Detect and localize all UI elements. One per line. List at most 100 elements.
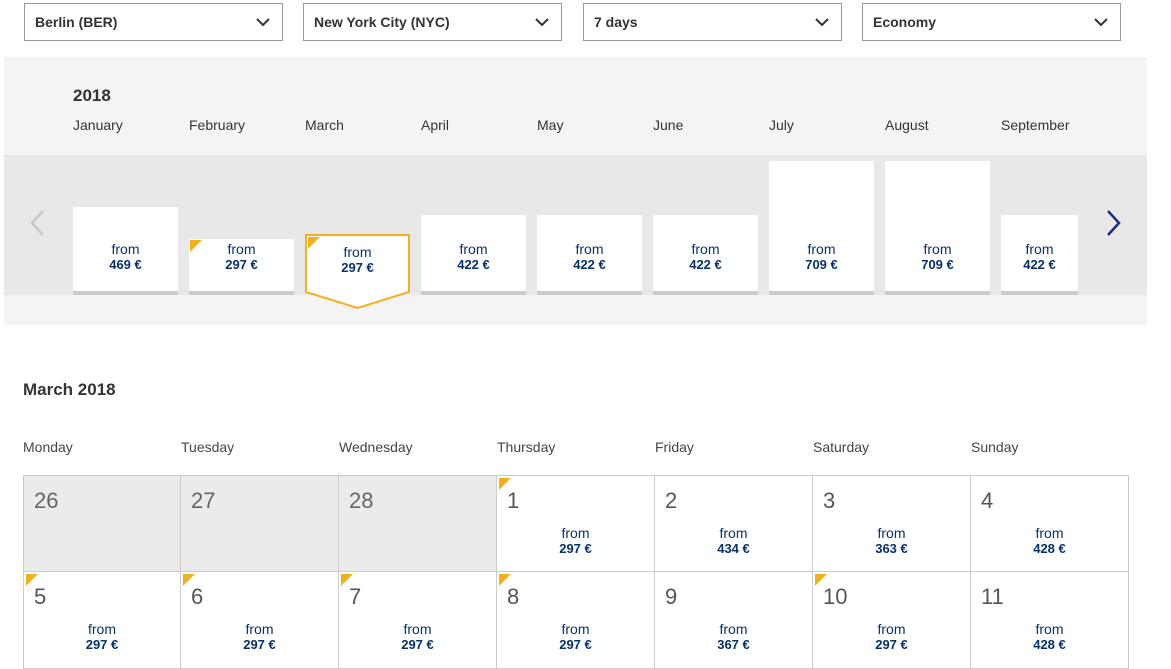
best-price-flag-icon	[26, 574, 38, 586]
price-value: 428 €	[1033, 637, 1066, 652]
price-value: 709 €	[805, 257, 838, 272]
chevron-right-icon	[1106, 209, 1122, 242]
chevron-down-icon	[813, 13, 831, 31]
day-number: 4	[981, 488, 994, 513]
calendar-day-1[interactable]: 1 from 297 €	[497, 475, 655, 572]
calendar-day-2[interactable]: 2 from 434 €	[655, 475, 813, 572]
price-value: 297 €	[85, 637, 119, 652]
duration-value: 7 days	[594, 14, 638, 30]
strip-year: 2018	[73, 86, 111, 105]
calendar-day-11[interactable]: 11 from 428 €	[971, 572, 1129, 669]
month-bar-may[interactable]: from 422 €	[537, 215, 642, 295]
from-label: from	[245, 621, 274, 637]
price-label: from 297 €	[24, 621, 180, 653]
day-number: 28	[349, 488, 374, 513]
origin-select[interactable]: Berlin (BER)	[24, 3, 283, 41]
day-number: 2	[665, 488, 678, 513]
month-label-september[interactable]: September	[1001, 117, 1069, 133]
calendar-day-10[interactable]: 10 from 297 €	[813, 572, 971, 669]
calendar-day-disabled: 28	[339, 475, 497, 572]
month-label-march[interactable]: March	[305, 117, 344, 133]
price-label: from 422 €	[653, 241, 758, 273]
day-number: 27	[191, 488, 216, 513]
day-number: 1	[507, 488, 520, 513]
month-label-april[interactable]: April	[421, 117, 449, 133]
price-value: 469 €	[109, 257, 142, 272]
weekday-tuesday: Tuesday	[181, 439, 235, 455]
from-label: from	[719, 621, 748, 637]
price-value: 297 €	[243, 637, 276, 652]
price-label: from 297 €	[181, 621, 338, 653]
month-bar-february[interactable]: from 297 €	[189, 239, 294, 295]
from-label: from	[1035, 621, 1064, 637]
month-label-february[interactable]: February	[189, 117, 245, 133]
from-label: from	[575, 241, 604, 257]
price-label: from 469 €	[73, 241, 178, 273]
price-label: from 297 €	[813, 621, 970, 653]
day-number: 5	[34, 584, 47, 609]
cabin-select[interactable]: Economy	[862, 3, 1121, 41]
calendar-day-7[interactable]: 7 from 297 €	[339, 572, 497, 669]
weekday-monday: Monday	[23, 439, 73, 455]
price-label: from 428 €	[971, 621, 1128, 653]
from-label: from	[691, 241, 720, 257]
calendar-day-4[interactable]: 4 from 428 €	[971, 475, 1129, 572]
prev-months-button[interactable]	[22, 205, 52, 245]
weekday-wednesday: Wednesday	[339, 439, 413, 455]
price-value: 363 €	[875, 541, 908, 556]
month-bar-july[interactable]: from 709 €	[769, 161, 874, 295]
price-label: from 422 €	[421, 241, 526, 273]
from-label: from	[561, 621, 590, 637]
price-label: from 709 €	[769, 241, 874, 273]
from-label: from	[111, 241, 140, 257]
chevron-down-icon	[254, 13, 272, 31]
calendar-day-disabled: 26	[23, 475, 181, 572]
best-price-flag-icon	[815, 574, 827, 586]
month-label-august[interactable]: August	[885, 117, 929, 133]
chevron-left-icon	[29, 209, 45, 242]
month-bar-june[interactable]: from 422 €	[653, 215, 758, 295]
from-label: from	[403, 621, 432, 637]
calendar-day-5[interactable]: 5 from 297 €	[23, 572, 181, 669]
month-label-july[interactable]: July	[769, 117, 794, 133]
price-label: from 434 €	[655, 525, 812, 557]
weekday-thursday: Thursday	[497, 439, 556, 455]
month-bar-april[interactable]: from 422 €	[421, 215, 526, 295]
next-months-button[interactable]	[1099, 205, 1129, 245]
month-label-may[interactable]: May	[537, 117, 563, 133]
price-label: from 297 €	[189, 241, 294, 273]
day-number: 10	[823, 584, 848, 609]
calendar-day-8[interactable]: 8 from 297 €	[497, 572, 655, 669]
month-bar-march[interactable]: from 297 €	[305, 234, 410, 310]
duration-select[interactable]: 7 days	[583, 3, 842, 41]
weekday-sunday: Sunday	[971, 439, 1019, 455]
chevron-down-icon	[1092, 13, 1110, 31]
best-price-flag-icon	[499, 478, 511, 490]
calendar-day-disabled: 27	[181, 475, 339, 572]
price-label: from 297 €	[307, 244, 408, 276]
month-label-june[interactable]: June	[653, 117, 683, 133]
price-value: 297 €	[341, 260, 374, 275]
from-label: from	[877, 621, 906, 637]
day-number: 8	[507, 584, 520, 609]
destination-value: New York City (NYC)	[314, 14, 450, 30]
month-bar-january[interactable]: from 469 €	[73, 207, 178, 295]
price-value: 422 €	[1023, 257, 1056, 272]
from-label: from	[227, 241, 256, 257]
price-label: from 367 €	[655, 621, 812, 653]
price-value: 422 €	[457, 257, 490, 272]
month-bar-september[interactable]: from 422 €	[1001, 215, 1078, 295]
destination-select[interactable]: New York City (NYC)	[303, 3, 562, 41]
price-value: 422 €	[689, 257, 722, 272]
calendar-day-3[interactable]: 3 from 363 €	[813, 475, 971, 572]
calendar-day-9[interactable]: 9 from 367 €	[655, 572, 813, 669]
calendar-day-6[interactable]: 6 from 297 €	[181, 572, 339, 669]
month-bar-august[interactable]: from 709 €	[885, 161, 990, 295]
month-label-january[interactable]: January	[73, 117, 123, 133]
weekday-saturday: Saturday	[813, 439, 870, 455]
price-label: from 709 €	[885, 241, 990, 273]
from-label: from	[459, 241, 488, 257]
price-value: 367 €	[717, 637, 750, 652]
day-number: 3	[823, 488, 836, 513]
price-label: from 363 €	[813, 525, 970, 557]
